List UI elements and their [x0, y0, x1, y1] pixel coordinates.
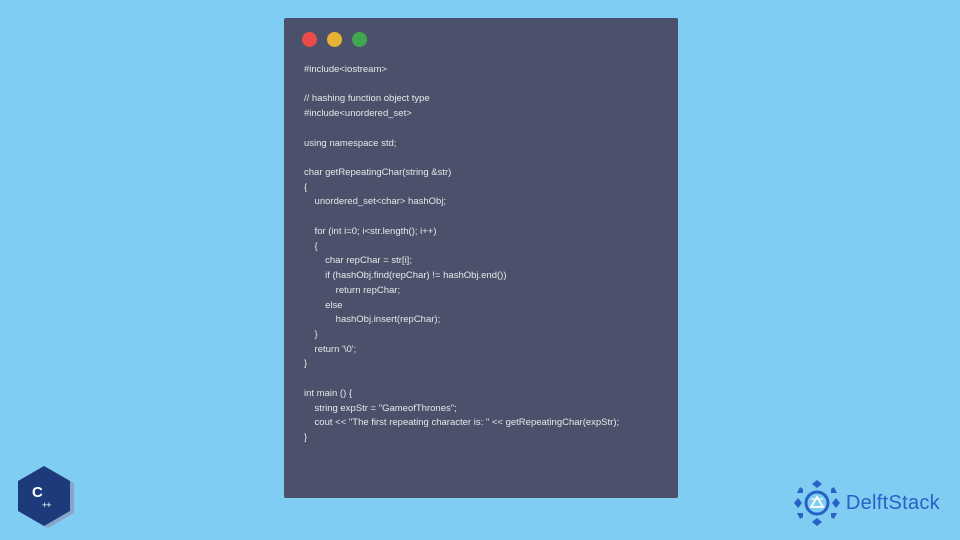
close-dot-icon: [302, 32, 317, 47]
maximize-dot-icon: [352, 32, 367, 47]
cpp-badge-plus: ++: [42, 500, 51, 510]
code-window: #include<iostream> // hashing function o…: [284, 18, 678, 498]
traffic-lights: [284, 18, 678, 57]
cpp-badge-icon: C ++: [18, 466, 74, 528]
cpp-badge-letter: C: [32, 484, 42, 501]
brand-name: DelftStack: [846, 492, 940, 515]
minimize-dot-icon: [327, 32, 342, 47]
code-content: #include<iostream> // hashing function o…: [284, 57, 678, 462]
brand-emblem-icon: [794, 480, 840, 526]
brand-logo: DelftStack: [794, 480, 940, 526]
